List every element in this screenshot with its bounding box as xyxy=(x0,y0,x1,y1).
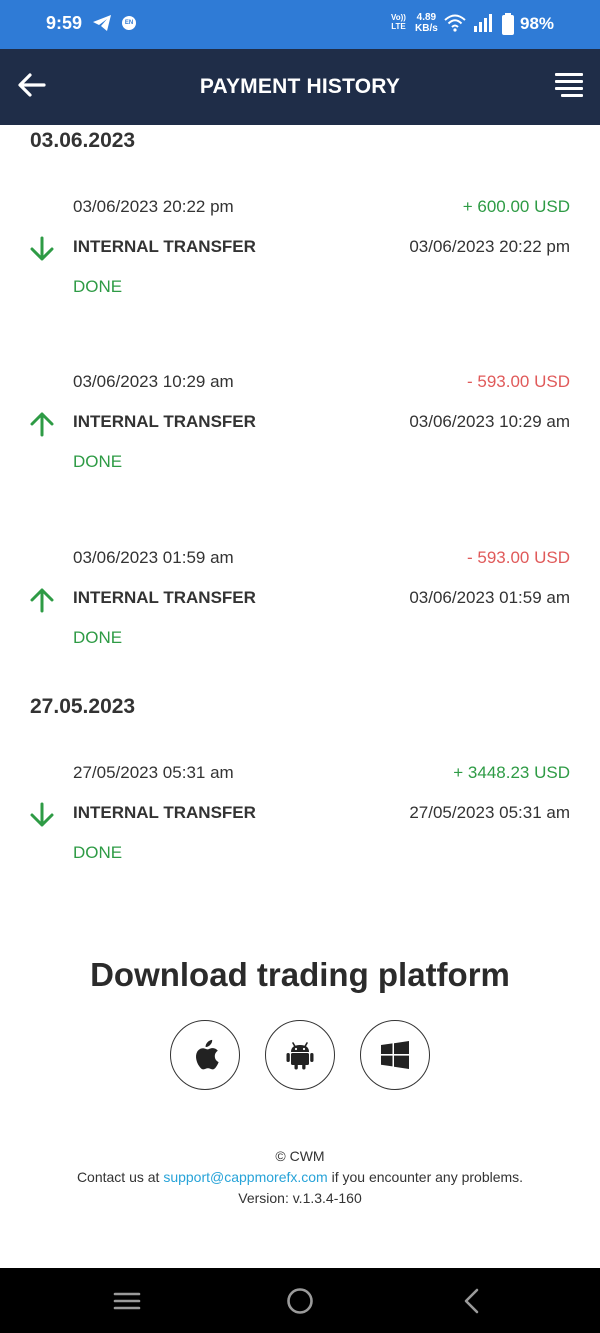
volte-top-text: Vo)) xyxy=(391,13,406,22)
transaction-datetime: 27/05/2023 05:31 am xyxy=(73,763,234,782)
contact-suffix: if you encounter any problems. xyxy=(331,1169,524,1185)
transaction-type: INTERNAL TRANSFER xyxy=(73,412,256,431)
transaction-amount: + 3448.23 USD xyxy=(453,763,570,782)
telegram-icon xyxy=(92,14,112,37)
version-text: Version: v.1.3.4-160 xyxy=(238,1190,362,1206)
transaction-status: DONE xyxy=(73,277,123,296)
arrow-down-icon xyxy=(30,236,54,261)
footer: © CWM Contact us at support@cappmorefx.c… xyxy=(0,1146,600,1209)
transaction-amount: + 600.00 USD xyxy=(462,197,570,216)
windows-download-button[interactable] xyxy=(360,1020,430,1090)
copyright-text: © CWM xyxy=(275,1148,325,1164)
android-icon xyxy=(286,1042,314,1070)
windows-icon xyxy=(381,1041,409,1069)
transaction-item[interactable]: 03/06/2023 10:29 am - 593.00 USD INTERNA… xyxy=(0,372,600,482)
transaction-amount: - 593.00 USD xyxy=(467,372,570,391)
battery-icon xyxy=(501,13,515,40)
transaction-type: INTERNAL TRANSFER xyxy=(73,237,256,256)
transaction-status: DONE xyxy=(73,843,123,862)
home-circle-icon xyxy=(287,1288,313,1314)
download-section-title: Download trading platform xyxy=(90,956,510,993)
transaction-type: INTERNAL TRANSFER xyxy=(73,803,256,822)
date-group-header: 27.05.2023 xyxy=(30,695,136,718)
transaction-datetime-secondary: 03/06/2023 01:59 am xyxy=(409,588,570,607)
transaction-datetime: 03/06/2023 10:29 am xyxy=(73,372,234,391)
menu-button[interactable] xyxy=(553,73,583,101)
transaction-datetime-secondary: 03/06/2023 10:29 am xyxy=(409,412,570,431)
arrow-up-icon xyxy=(30,412,54,437)
contact-line: Contact us at support@cappmorefx.com if … xyxy=(0,1167,600,1188)
system-navigation-bar xyxy=(0,1268,600,1333)
battery-percent: 98% xyxy=(520,14,555,33)
status-time: 9:59 xyxy=(46,13,83,33)
transaction-datetime: 03/06/2023 20:22 pm xyxy=(73,197,234,216)
recent-apps-button[interactable] xyxy=(111,1285,143,1317)
speed-value: 4.89 xyxy=(416,12,437,23)
wifi-icon xyxy=(444,13,466,38)
contact-prefix: Contact us at xyxy=(76,1169,160,1185)
system-back-button[interactable] xyxy=(457,1285,489,1317)
arrow-down-icon xyxy=(30,802,54,827)
transaction-status: DONE xyxy=(73,628,123,647)
transaction-datetime-secondary: 27/05/2023 05:31 am xyxy=(409,803,570,822)
recent-apps-icon xyxy=(113,1292,141,1310)
transaction-datetime: 03/06/2023 01:59 am xyxy=(73,548,234,567)
arrow-up-icon xyxy=(30,588,54,613)
apple-download-button[interactable] xyxy=(170,1020,240,1090)
transaction-amount: - 593.00 USD xyxy=(467,548,570,567)
app-bar: PAYMENT HISTORY xyxy=(0,49,600,125)
transaction-datetime-secondary: 03/06/2023 20:22 pm xyxy=(409,237,570,256)
page-title: PAYMENT HISTORY xyxy=(199,75,401,98)
android-download-button[interactable] xyxy=(265,1020,335,1090)
transaction-status: DONE xyxy=(73,452,123,471)
transaction-item[interactable]: 27/05/2023 05:31 am + 3448.23 USD INTERN… xyxy=(0,763,600,873)
transaction-type: INTERNAL TRANSFER xyxy=(73,588,256,607)
transaction-item[interactable]: 03/06/2023 01:59 am - 593.00 USD INTERNA… xyxy=(0,548,600,658)
apple-icon xyxy=(196,1039,219,1070)
network-speed: 4.89 KB/s xyxy=(415,12,438,34)
hamburger-menu-icon xyxy=(555,73,583,76)
notification-badge-icon: EN xyxy=(122,16,136,30)
support-email-link[interactable]: support@cappmorefx.com xyxy=(163,1169,327,1185)
home-button[interactable] xyxy=(284,1285,316,1317)
signal-icon xyxy=(473,13,493,38)
volte-indicator: Vo)) LTE xyxy=(391,13,406,31)
transaction-item[interactable]: 03/06/2023 20:22 pm + 600.00 USD INTERNA… xyxy=(0,197,600,307)
speed-unit: KB/s xyxy=(415,23,438,34)
volte-bottom-text: LTE xyxy=(391,22,406,31)
status-bar: 9:59 EN Vo)) LTE 4.89 KB/s 98% xyxy=(0,0,600,49)
date-group-header: 03.06.2023 xyxy=(30,129,136,152)
chevron-left-icon xyxy=(464,1288,479,1314)
